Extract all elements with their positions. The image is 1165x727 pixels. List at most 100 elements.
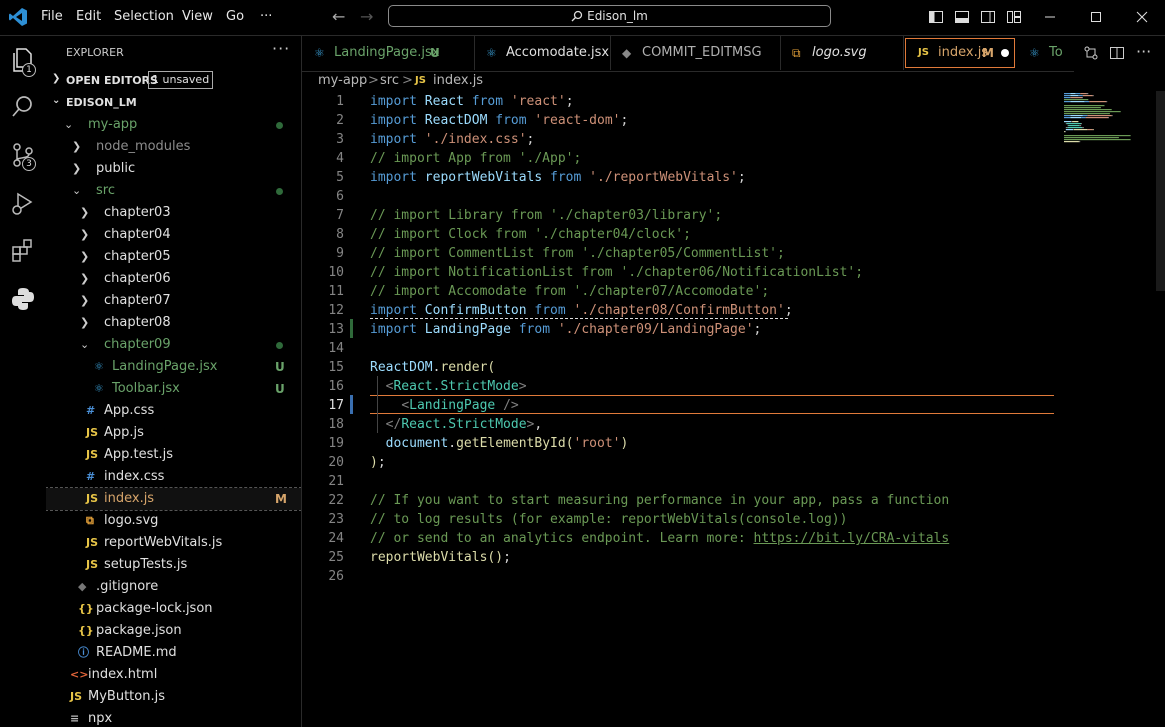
code-line: // import App from './App'; [370,149,581,168]
tree-item[interactable]: # App.css [46,400,301,422]
line-number: 10 [328,265,344,280]
minimap-line [1086,129,1088,131]
tab-landingpage-jsx[interactable]: ⚛ LandingPage.jsx U [302,36,475,70]
menu-more[interactable]: ··· [260,9,272,24]
tree-item[interactable]: JS setupTests.js [46,554,301,576]
tree-item[interactable]: {} package.json [46,620,301,642]
line-number: 13 [328,322,344,337]
menu-edit[interactable]: Edit [76,9,101,24]
vertical-scrollbar[interactable] [1156,91,1165,291]
customize-layout-icon[interactable] [1006,9,1022,25]
tree-item[interactable]: # index.css [46,466,301,488]
tree-item[interactable]: ⧉ logo.svg [46,510,301,532]
tree-item[interactable]: ❯ chapter05 [46,246,301,268]
menu-selection[interactable]: Selection [114,9,174,24]
tree-item[interactable]: JS MyButton.js [46,686,301,708]
code-line: // import NotificationList from './chapt… [370,263,863,282]
code-token: './chapter08/ConfirmButton' [573,303,785,318]
open-editors-section[interactable]: ❯ OPEN EDITORS 1 unsaved [46,70,301,92]
line-number: 6 [336,189,344,204]
workspace-section[interactable]: ⌄ EDISON_LM [46,92,301,114]
tab-status-badge: U [430,46,440,60]
code-token[interactable]: https://bit.ly/CRA-vitals [754,531,950,546]
breadcrumb-my-app[interactable]: my-app [318,71,367,91]
minimap-line [1064,111,1121,113]
maximize-icon[interactable] [1088,9,1104,25]
tree-item[interactable]: ⌄ chapter09 [46,334,301,356]
tab-accomodate-jsx[interactable]: ⚛ Accomodate.jsx [474,36,611,70]
code-line: // import CommentList from './chapter05/… [370,244,785,263]
toggle-panel-icon[interactable] [954,9,970,25]
open-changes-icon[interactable] [1083,45,1099,61]
breadcrumb-index-js[interactable]: index.js [433,71,483,91]
tree-item[interactable]: ⓘ README.md [46,642,301,664]
tree-item[interactable]: ❯ public [46,158,301,180]
react-file-icon: ⚛ [94,382,104,395]
menu-go[interactable]: Go [226,9,244,24]
tree-item[interactable]: JS index.js M [46,487,301,511]
minimap[interactable] [1062,91,1162,151]
run-debug-icon[interactable] [9,189,37,217]
editor-more-button[interactable]: ··· [1136,42,1151,61]
tab-index-js[interactable]: JS index.js M [905,38,1015,68]
title-bar: File Edit Selection View Go ··· ← → Edis… [0,0,1165,36]
back-arrow-icon[interactable]: ← [332,7,345,26]
code-line: import ConfirmButton from './chapter08/C… [370,301,793,320]
toggle-secondary-sidebar-icon[interactable] [980,9,996,25]
tree-item[interactable]: JS reportWebVitals.js [46,532,301,554]
tree-item[interactable]: ❯ node_modules [46,136,301,158]
explorer-more-button[interactable]: ··· [272,39,290,58]
tree-item[interactable]: ❯ chapter04 [46,224,301,246]
tree-item[interactable]: JS App.js [46,422,301,444]
tree-item[interactable]: ❯ chapter06 [46,268,301,290]
python-icon[interactable] [9,285,37,313]
tree-item[interactable]: ≡ npx [46,708,301,727]
minimap-line [1064,101,1071,103]
code-token: < [401,398,410,413]
code-token: // import App from './App'; [370,151,582,166]
tree-item[interactable]: ⌄ src [46,180,301,202]
menu-view[interactable]: View [182,9,213,24]
tab-logo-svg[interactable]: ⧉ logo.svg [780,36,904,70]
tree-item[interactable]: ◆ .gitignore [46,576,301,598]
code-editor[interactable]: 1 import React from 'react'; 2 import Reac… [302,91,1165,727]
tab-commit-editmsg[interactable]: ◆ COMMIT_EDITMSG [610,36,781,70]
tree-item[interactable]: ❯ chapter08 [46,312,301,334]
minimap-line [1085,117,1109,119]
tree-item[interactable]: JS App.test.js [46,444,301,466]
minimap-line [1073,129,1087,131]
toggle-primary-sidebar-icon[interactable] [928,9,944,25]
breadcrumb-src[interactable]: src [380,71,399,91]
tree-item[interactable]: ⌄ my-app [46,114,301,136]
git-status-dot [276,188,283,195]
tree-item[interactable]: {} package-lock.json [46,598,301,620]
code-token: // or send to an analytics endpoint. Lea… [370,531,754,546]
tree-item-label: chapter07 [104,293,171,308]
menu-file[interactable]: File [41,9,63,24]
command-center-search[interactable]: Edison_lm [388,5,831,27]
minimap-line [1077,121,1079,123]
tree-item[interactable]: ❯ chapter07 [46,290,301,312]
forward-arrow-icon[interactable]: → [360,7,373,26]
extensions-icon[interactable] [9,237,37,265]
close-icon[interactable] [1134,9,1150,25]
explorer-sidebar: EXPLORER ··· ❯ OPEN EDITORS 1 unsaved ⌄ … [46,36,302,727]
minimap-line [1070,115,1083,117]
minimize-icon[interactable] [1042,9,1058,25]
unsaved-dot-icon[interactable] [1001,49,1009,57]
minimap-line [1108,139,1131,141]
search-icon[interactable] [9,93,37,121]
minimap-line [1078,95,1083,97]
code-line: // import Clock from './chapter04/clock'… [370,225,691,244]
split-editor-icon[interactable] [1109,45,1125,61]
tree-item[interactable]: ⚛ Toolbar.jsx U [46,378,301,400]
tree-item[interactable]: ❯ chapter03 [46,202,301,224]
line-number: 7 [336,208,344,223]
chevron-right-icon: ❯ [72,140,82,153]
tab-to[interactable]: ⚛ To [1017,36,1074,70]
tree-item[interactable]: ⚛ LandingPage.jsx U [46,356,301,378]
minimap-line [1064,109,1112,111]
code-line: <LandingPage /> [370,396,518,415]
minimap-line [1071,121,1073,123]
tree-item[interactable]: <> index.html [46,664,301,686]
